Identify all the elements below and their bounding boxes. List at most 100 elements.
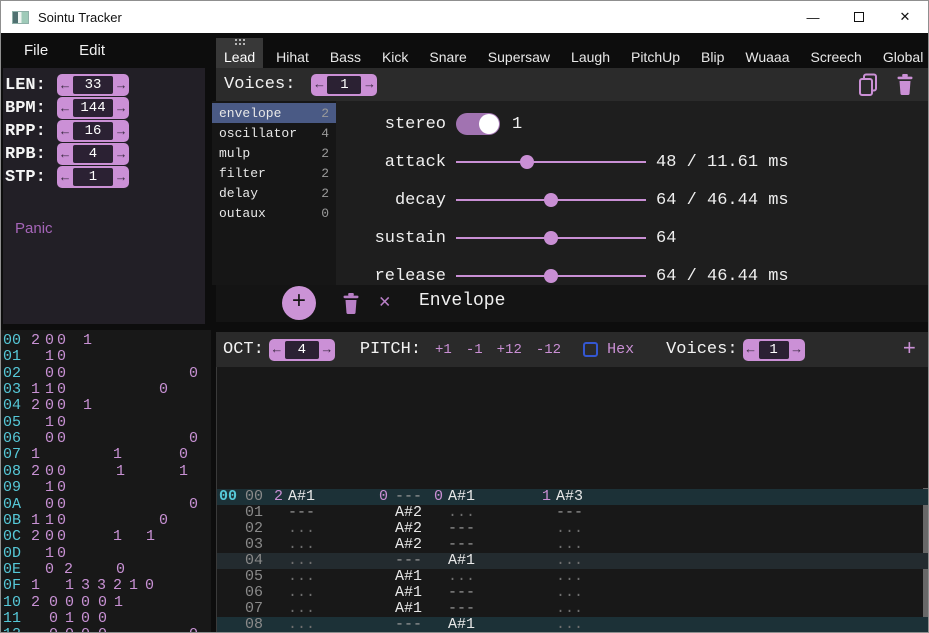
order-cell[interactable]: 1: [45, 382, 54, 398]
tracker-row[interactable]: 04...---A#1...: [217, 553, 928, 569]
order-cell[interactable]: 0: [45, 464, 54, 480]
tab-supersaw[interactable]: Supersaw: [480, 38, 558, 69]
order-cell[interactable]: 0: [81, 595, 90, 611]
order-cell[interactable]: 1: [31, 513, 40, 529]
tab-wuaaa[interactable]: Wuaaa: [737, 38, 797, 69]
stepper-right-arrow-icon[interactable]: →: [319, 339, 335, 361]
order-cell[interactable]: 1: [179, 464, 188, 480]
unit-row-envelope[interactable]: envelope2: [212, 103, 336, 123]
menu-file[interactable]: File: [16, 38, 56, 63]
add-track-button[interactable]: +: [903, 339, 916, 361]
stepper-left-arrow-icon[interactable]: ←: [57, 97, 73, 119]
order-cell[interactable]: 2: [31, 398, 40, 414]
order-cell[interactable]: 0: [57, 529, 66, 545]
note-cell[interactable]: ...: [556, 585, 583, 601]
stepper-right-arrow-icon[interactable]: →: [113, 74, 129, 96]
order-cell[interactable]: 1: [116, 464, 125, 480]
order-cell[interactable]: 1: [45, 546, 54, 562]
order-cell[interactable]: 2: [31, 333, 40, 349]
order-cell[interactable]: 0: [45, 497, 54, 513]
octave-stepper[interactable]: ←4→: [269, 339, 335, 361]
delete-instrument-icon[interactable]: [896, 74, 914, 95]
panic-button[interactable]: Panic: [15, 220, 205, 237]
stepper-left-arrow-icon[interactable]: ←: [57, 166, 73, 188]
pitch-button-minus1[interactable]: -1: [466, 342, 483, 358]
order-cell[interactable]: 1: [83, 333, 92, 349]
stepper-left-arrow-icon[interactable]: ←: [269, 339, 285, 361]
order-cell[interactable]: 2: [31, 529, 40, 545]
order-cell[interactable]: 0: [81, 611, 90, 627]
note-cell[interactable]: ---: [556, 505, 583, 521]
tracker-row[interactable]: 02...A#2---...: [217, 521, 928, 537]
order-cell[interactable]: 1: [65, 611, 74, 627]
hex-checkbox[interactable]: [583, 342, 598, 357]
tab-blip[interactable]: Blip: [693, 38, 732, 69]
tab-kick[interactable]: Kick: [374, 38, 416, 69]
order-row[interactable]: 031100: [1, 382, 211, 398]
order-row[interactable]: 0A000: [1, 497, 211, 513]
attack-slider[interactable]: [456, 151, 646, 173]
rpp-stepper[interactable]: ←16→: [57, 120, 129, 142]
order-row[interactable]: 07110: [1, 447, 211, 463]
note-cell[interactable]: ...: [556, 553, 583, 569]
unit-row-mulp[interactable]: mulp2: [212, 143, 336, 163]
order-cell[interactable]: 0: [81, 627, 90, 632]
close-button[interactable]: ✕: [882, 1, 928, 33]
order-cell[interactable]: 0: [49, 627, 58, 632]
order-row[interactable]: 0D10: [1, 546, 211, 562]
order-cell[interactable]: 0: [57, 382, 66, 398]
order-cell[interactable]: 1: [146, 529, 155, 545]
order-cell[interactable]: 1: [65, 578, 74, 594]
order-cell[interactable]: 1: [129, 578, 138, 594]
order-cell[interactable]: 0: [57, 513, 66, 529]
order-cell[interactable]: 0: [45, 333, 54, 349]
pitch-button-plus12[interactable]: +12: [497, 342, 522, 358]
tab-global[interactable]: Global: [875, 38, 929, 69]
note-cell[interactable]: ---: [395, 489, 422, 505]
rpb-stepper[interactable]: ←4→: [57, 143, 129, 165]
order-cell[interactable]: 0: [189, 366, 198, 382]
note-cell[interactable]: ...: [556, 537, 583, 553]
tab-lead[interactable]: Lead: [216, 38, 263, 69]
order-cell[interactable]: 0: [57, 431, 66, 447]
order-row[interactable]: 042001: [1, 398, 211, 414]
pattern-order-list[interactable]: 0020010110020000311000420010510060000711…: [1, 330, 211, 632]
order-cell[interactable]: 0: [65, 627, 74, 632]
note-cell[interactable]: A#1: [395, 585, 422, 601]
voices-stepper[interactable]: ←1→: [311, 74, 377, 96]
note-cell[interactable]: ...: [288, 617, 315, 632]
order-cell[interactable]: 1: [31, 578, 40, 594]
order-cell[interactable]: 0: [57, 398, 66, 414]
order-cell[interactable]: 2: [64, 562, 73, 578]
release-slider[interactable]: [456, 265, 646, 287]
note-cell[interactable]: A#1: [395, 601, 422, 617]
stepper-left-arrow-icon[interactable]: ←: [57, 74, 73, 96]
note-cell[interactable]: A#3: [556, 489, 583, 505]
order-cell[interactable]: 1: [45, 513, 54, 529]
tracker-row[interactable]: 03...A#2---...: [217, 537, 928, 553]
order-cell[interactable]: 1: [45, 349, 54, 365]
order-cell[interactable]: 0: [189, 497, 198, 513]
tracker-row[interactable]: 01---A#2...---: [217, 505, 928, 521]
note-cell[interactable]: A#2: [395, 521, 422, 537]
order-cell[interactable]: 0: [189, 431, 198, 447]
tab-laugh[interactable]: Laugh: [563, 38, 618, 69]
unit-row-filter[interactable]: filter2: [212, 163, 336, 183]
note-cell[interactable]: ---: [448, 521, 475, 537]
order-row[interactable]: 110100: [1, 611, 211, 627]
order-cell[interactable]: 0: [57, 480, 66, 496]
order-row[interactable]: 02000: [1, 366, 211, 382]
tracker-row[interactable]: 05...A#1......: [217, 569, 928, 585]
stepper-right-arrow-icon[interactable]: →: [113, 166, 129, 188]
slider-thumb[interactable]: [520, 155, 534, 169]
tab-pitchup[interactable]: PitchUp: [623, 38, 688, 69]
note-cell[interactable]: ...: [556, 617, 583, 632]
note-cell[interactable]: ...: [448, 569, 475, 585]
note-cell[interactable]: ...: [288, 585, 315, 601]
order-row[interactable]: 0C20011: [1, 529, 211, 545]
order-cell[interactable]: 3: [81, 578, 90, 594]
tracker-row[interactable]: 00002A#10---0A#11A#3: [217, 489, 928, 505]
slider-thumb[interactable]: [544, 269, 558, 283]
menu-edit[interactable]: Edit: [71, 38, 113, 63]
order-row[interactable]: 06000: [1, 431, 211, 447]
